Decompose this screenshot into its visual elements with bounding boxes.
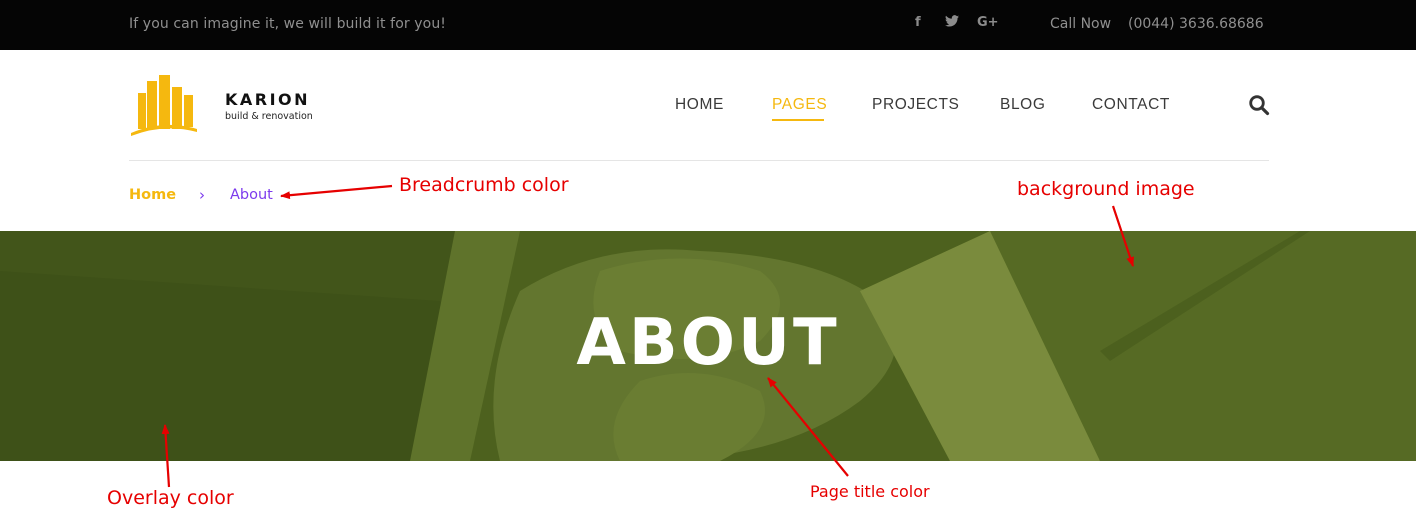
breadcrumb-separator: › — [199, 186, 205, 204]
facebook-icon[interactable]: f — [915, 15, 921, 30]
annotation-overlay-color: Overlay color — [107, 487, 234, 509]
annotation-breadcrumb-color: Breadcrumb color — [399, 174, 569, 196]
brand-tagline: build & renovation — [225, 111, 313, 122]
breadcrumb-current: About — [230, 187, 273, 203]
call-now-number[interactable]: (0044) 3636.68686 — [1128, 16, 1264, 32]
top-bar: If you can imagine it, we will build it … — [0, 0, 1416, 50]
annotation-background-image: background image — [1017, 178, 1195, 200]
nav-pages[interactable]: PAGES — [772, 96, 827, 114]
brand-name[interactable]: KARION — [225, 90, 310, 109]
search-icon[interactable] — [1248, 94, 1270, 116]
call-now-label: Call Now — [1050, 16, 1112, 32]
top-tagline: If you can imagine it, we will build it … — [129, 16, 447, 32]
building-logo-icon[interactable] — [129, 75, 199, 137]
arrow-breadcrumb-color — [280, 184, 393, 200]
nav-active-underline — [772, 119, 824, 121]
google-plus-icon[interactable]: G+ — [977, 15, 999, 30]
page-title: ABOUT — [576, 306, 840, 380]
nav-home[interactable]: HOME — [675, 96, 724, 114]
twitter-icon[interactable] — [945, 15, 959, 31]
nav-contact[interactable]: CONTACT — [1092, 96, 1170, 114]
breadcrumb-home-link[interactable]: Home — [129, 187, 176, 203]
header-divider — [129, 160, 1269, 161]
annotation-page-title-color: Page title color — [810, 482, 930, 501]
nav-projects[interactable]: PROJECTS — [872, 96, 959, 114]
nav-blog[interactable]: BLOG — [1000, 96, 1045, 114]
